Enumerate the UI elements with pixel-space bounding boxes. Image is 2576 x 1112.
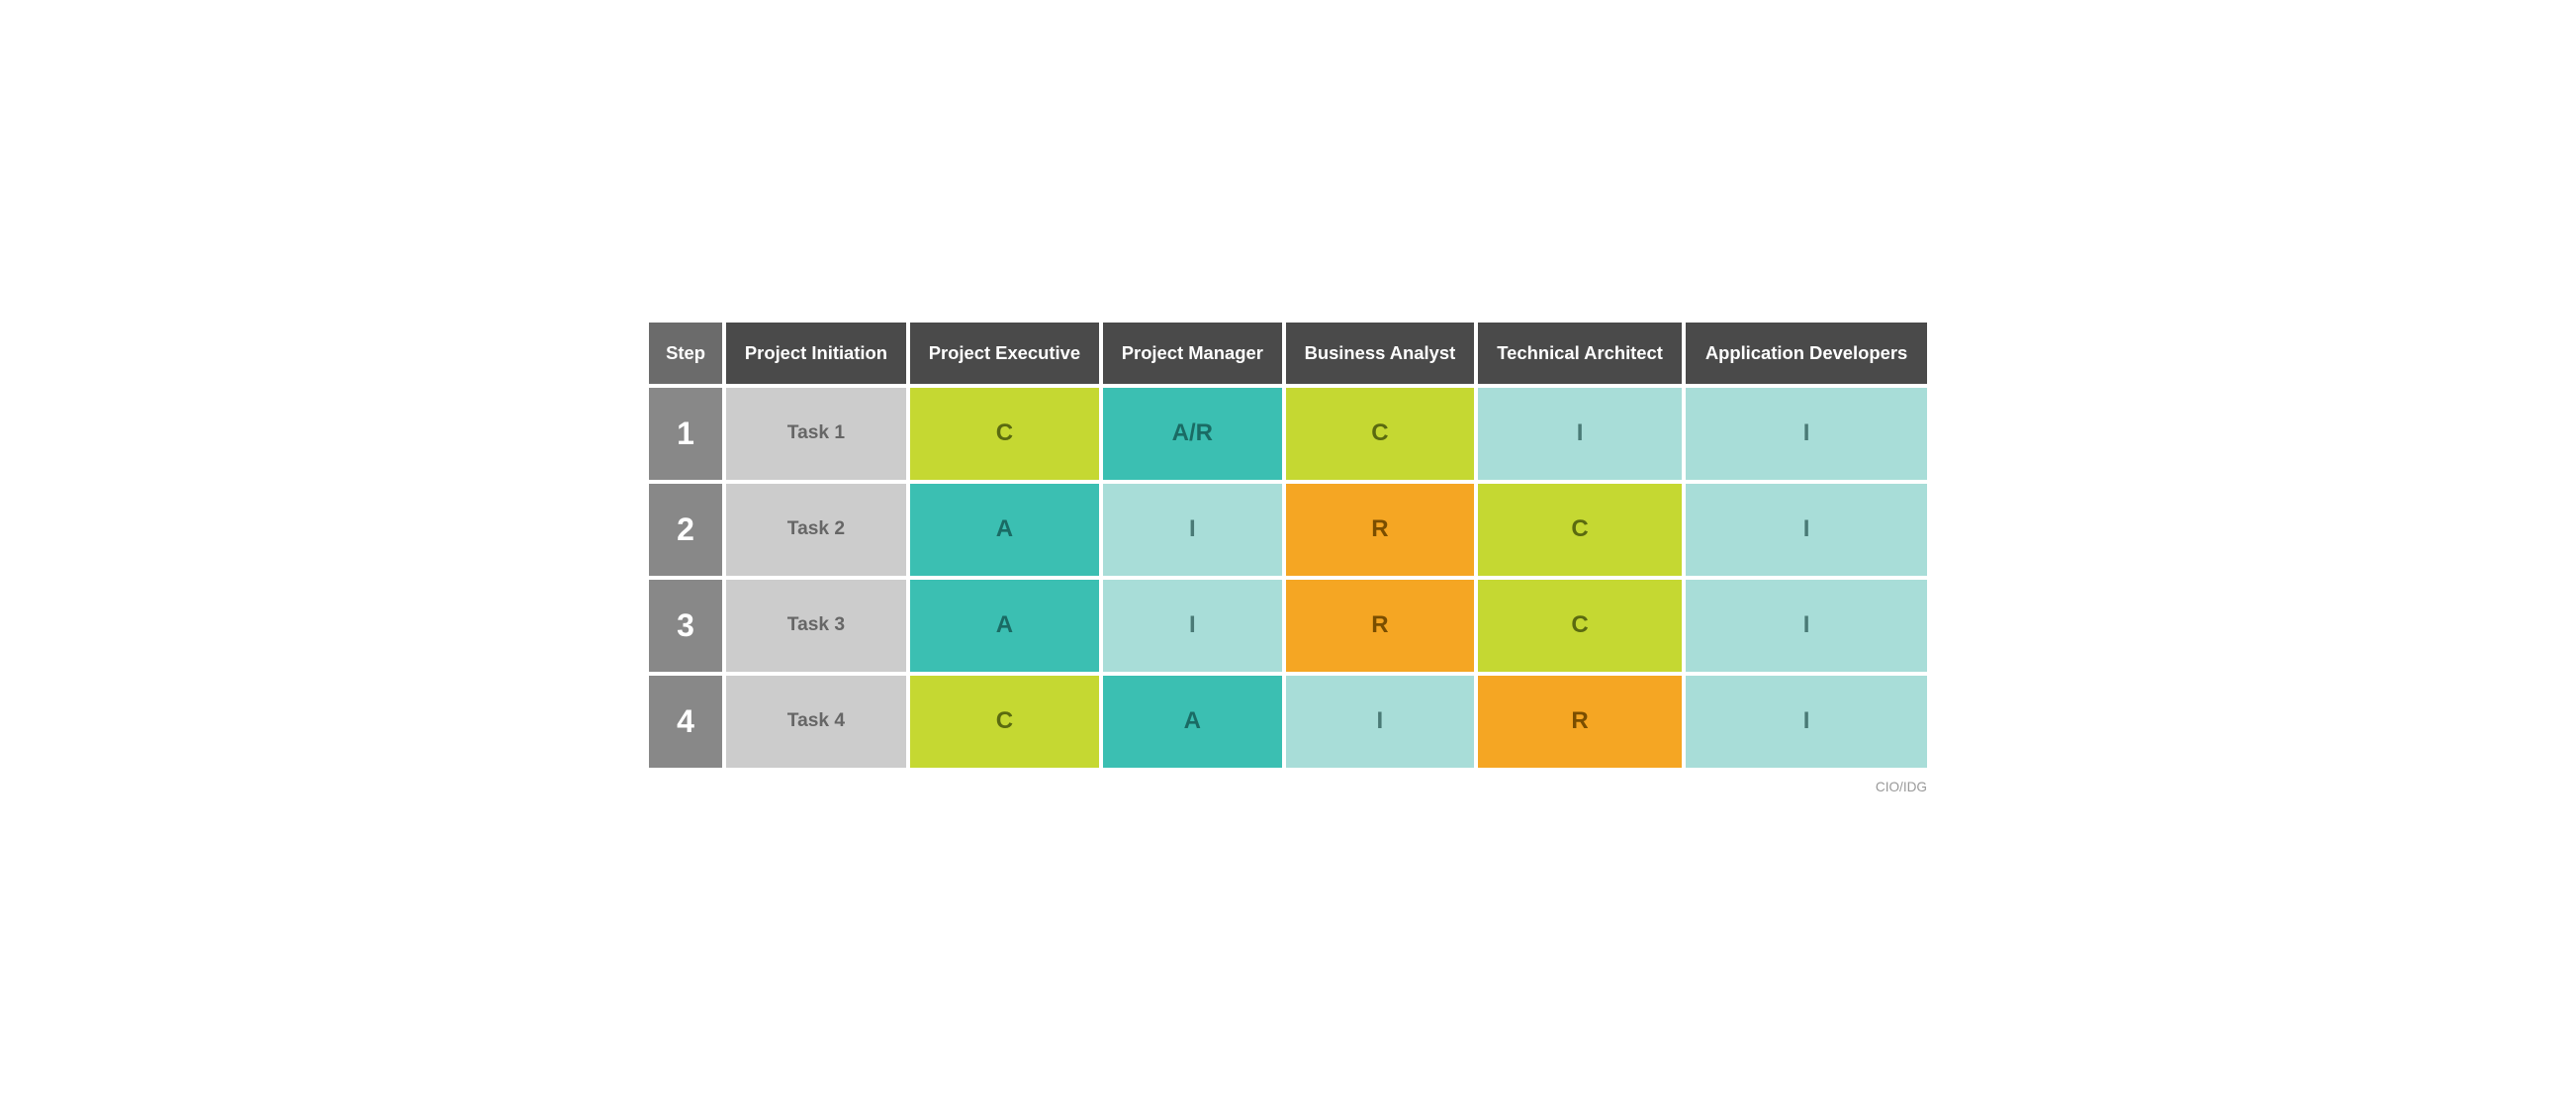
project-executive-header: Project Executive — [910, 323, 1099, 384]
application-developers-cell: I — [1686, 484, 1927, 576]
header-row: Step Project Initiation Project Executiv… — [649, 323, 1927, 384]
table-row: 1Task 1CA/RCII — [649, 388, 1927, 480]
application-developers-cell: I — [1686, 388, 1927, 480]
project-manager-cell: I — [1103, 580, 1282, 672]
step-number: 2 — [649, 484, 722, 576]
task-label: Task 3 — [726, 580, 906, 672]
business-analyst-cell: R — [1286, 484, 1474, 576]
business-analyst-cell: C — [1286, 388, 1474, 480]
step-column-header: Step — [649, 323, 722, 384]
task-label: Task 4 — [726, 676, 906, 768]
technical-architect-cell: R — [1478, 676, 1682, 768]
technical-architect-cell: I — [1478, 388, 1682, 480]
step-number: 3 — [649, 580, 722, 672]
raci-table: Step Project Initiation Project Executiv… — [645, 319, 1931, 772]
application-developers-cell: I — [1686, 676, 1927, 768]
business-analyst-header: Business Analyst — [1286, 323, 1474, 384]
technical-architect-cell: C — [1478, 484, 1682, 576]
watermark-text: CIO/IDG — [645, 780, 1931, 794]
project-executive-cell: C — [910, 388, 1099, 480]
task-label: Task 1 — [726, 388, 906, 480]
project-initiation-header: Project Initiation — [726, 323, 906, 384]
step-number: 4 — [649, 676, 722, 768]
project-executive-cell: C — [910, 676, 1099, 768]
table-row: 3Task 3AIRCI — [649, 580, 1927, 672]
table-row: 4Task 4CAIRI — [649, 676, 1927, 768]
technical-architect-cell: C — [1478, 580, 1682, 672]
project-executive-cell: A — [910, 580, 1099, 672]
technical-architect-header: Technical Architect — [1478, 323, 1682, 384]
project-manager-cell: A/R — [1103, 388, 1282, 480]
application-developers-header: Application Developers — [1686, 323, 1927, 384]
business-analyst-cell: I — [1286, 676, 1474, 768]
business-analyst-cell: R — [1286, 580, 1474, 672]
application-developers-cell: I — [1686, 580, 1927, 672]
project-manager-cell: I — [1103, 484, 1282, 576]
project-manager-header: Project Manager — [1103, 323, 1282, 384]
project-manager-cell: A — [1103, 676, 1282, 768]
task-label: Task 2 — [726, 484, 906, 576]
step-number: 1 — [649, 388, 722, 480]
raci-chart-wrapper: Step Project Initiation Project Executiv… — [645, 319, 1931, 794]
table-row: 2Task 2AIRCI — [649, 484, 1927, 576]
project-executive-cell: A — [910, 484, 1099, 576]
